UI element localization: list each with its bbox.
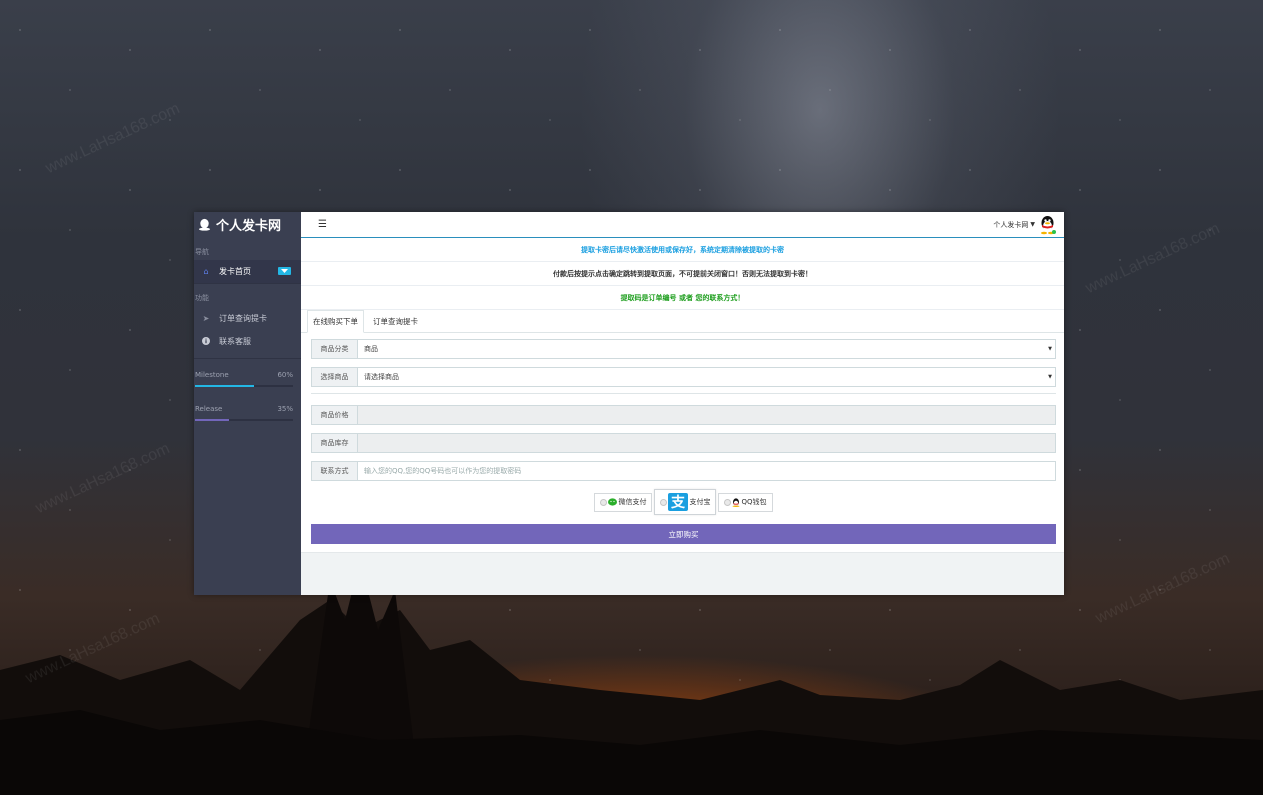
nav-section-header: 导航 xyxy=(195,248,209,256)
radio-button[interactable] xyxy=(660,498,668,506)
pay-option-label: 微信支付 xyxy=(618,498,647,506)
sidebar-item-label: 订单查询提卡 xyxy=(219,314,267,323)
progress-milestone: Milestone 60% xyxy=(194,371,301,387)
caret-down-icon: ▼ xyxy=(1030,221,1035,228)
sidebar-item-label: 发卡首页 xyxy=(219,267,251,276)
contact-input[interactable] xyxy=(364,467,1055,475)
pay-option-label: 支付宝 xyxy=(689,498,711,506)
price-label: 商品价格 xyxy=(311,405,357,425)
mountain-silhouette xyxy=(0,560,1263,795)
contact-field[interactable] xyxy=(357,461,1056,481)
pay-option-wechat[interactable]: 微信支付 xyxy=(594,492,653,512)
qq-penguin-icon xyxy=(198,218,211,231)
info-icon xyxy=(200,336,212,347)
tab-order-query[interactable]: 订单查询提卡 xyxy=(368,310,423,332)
pay-option-label: QQ钱包 xyxy=(741,498,767,506)
divider xyxy=(194,358,301,359)
stock-field xyxy=(357,433,1056,453)
progress-label: Release xyxy=(195,405,223,413)
sidebar-item-order-query[interactable]: ➤ 订单查询提卡 xyxy=(194,307,301,330)
payment-options: 微信支付 支 支付宝 QQ钱包 xyxy=(311,489,1056,515)
sidebar: 个人发卡网 导航 ⌂ 发卡首页 功能 ➤ 订单查询提卡 联系客服 Milesto… xyxy=(194,212,301,595)
avatar xyxy=(1041,215,1056,234)
qq-wallet-icon xyxy=(732,497,740,507)
radio-button[interactable] xyxy=(600,498,608,506)
tab-online-purchase[interactable]: 在线购买下单 xyxy=(307,310,364,333)
contact-row: 联系方式 xyxy=(311,461,1056,481)
sidebar-item-home[interactable]: ⌂ 发卡首页 xyxy=(194,260,301,283)
progress-track xyxy=(195,419,293,421)
product-select[interactable]: 请选择商品 ▼ xyxy=(357,367,1056,387)
sidebar-item-label: 联系客服 xyxy=(219,337,251,346)
alipay-icon: 支 xyxy=(668,493,689,511)
badge-icon xyxy=(278,267,291,275)
menu-toggle-icon[interactable]: ☰ xyxy=(318,219,327,230)
category-value: 商品 xyxy=(364,345,378,353)
pay-option-qq[interactable]: QQ钱包 xyxy=(718,492,773,512)
func-section-header: 功能 xyxy=(195,294,209,302)
notice-3: 提取码是订单编号 或者 您的联系方式！ xyxy=(301,286,1064,310)
purchase-form: 商品分类 商品 ▼ 选择商品 请选择商品 ▼ 商品价格 商品库存 联系方式 输入… xyxy=(301,333,1064,544)
notice-1: 提取卡密后请尽快激活使用或保存好，系统定期清除被提取的卡密 xyxy=(301,238,1064,262)
progress-value: 60% xyxy=(277,371,293,379)
notice-2: 付款后按提示点击确定跳转到提取页面，不可提前关闭窗口！否则无法提取到卡密！ xyxy=(301,262,1064,286)
stock-row: 商品库存 xyxy=(311,433,1056,453)
product-row: 选择商品 请选择商品 ▼ xyxy=(311,367,1056,387)
progress-label: Milestone xyxy=(195,371,229,379)
progress-release: Release 35% xyxy=(194,405,301,421)
user-menu[interactable]: 个人发卡网 ▼ xyxy=(993,215,1056,235)
user-name: 个人发卡网 xyxy=(993,220,1029,229)
pay-option-alipay[interactable]: 支 支付宝 xyxy=(654,489,717,515)
footer xyxy=(301,552,1064,595)
main-content: ☰ 个人发卡网 ▼ 提取卡密后请尽快激活使用或保存好，系统定期清除被提取的卡密 xyxy=(301,212,1064,595)
brand-title: 个人发卡网 xyxy=(216,219,282,234)
stock-label: 商品库存 xyxy=(311,433,357,453)
category-row: 商品分类 商品 ▼ xyxy=(311,339,1056,359)
progress-fill xyxy=(195,385,254,387)
product-value: 请选择商品 xyxy=(364,373,399,381)
svg-text:支: 支 xyxy=(670,494,686,511)
progress-fill xyxy=(195,419,230,421)
divider xyxy=(311,393,1056,394)
radio-button[interactable] xyxy=(724,498,732,506)
category-select[interactable]: 商品 ▼ xyxy=(357,339,1056,359)
home-icon: ⌂ xyxy=(203,267,209,276)
price-field xyxy=(357,405,1056,425)
contact-label: 联系方式 xyxy=(311,461,357,481)
category-label: 商品分类 xyxy=(311,339,357,359)
sidebar-item-contact[interactable]: 联系客服 xyxy=(194,330,301,353)
brand[interactable]: 个人发卡网 xyxy=(194,212,301,237)
app-window: 个人发卡网 导航 ⌂ 发卡首页 功能 ➤ 订单查询提卡 联系客服 Milesto… xyxy=(194,212,1064,595)
select-arrow-icon: ▼ xyxy=(1048,346,1052,352)
wechat-icon xyxy=(608,498,618,506)
select-arrow-icon: ▼ xyxy=(1048,374,1052,380)
price-row: 商品价格 xyxy=(311,405,1056,425)
top-bar: ☰ 个人发卡网 ▼ xyxy=(301,212,1064,238)
product-label: 选择商品 xyxy=(311,367,357,387)
progress-track xyxy=(195,385,293,387)
buy-now-button[interactable]: 立即购买 xyxy=(311,524,1056,544)
tab-bar: 在线购买下单 订单查询提卡 xyxy=(301,310,1064,333)
send-icon: ➤ xyxy=(202,314,210,323)
progress-value: 35% xyxy=(277,405,293,413)
